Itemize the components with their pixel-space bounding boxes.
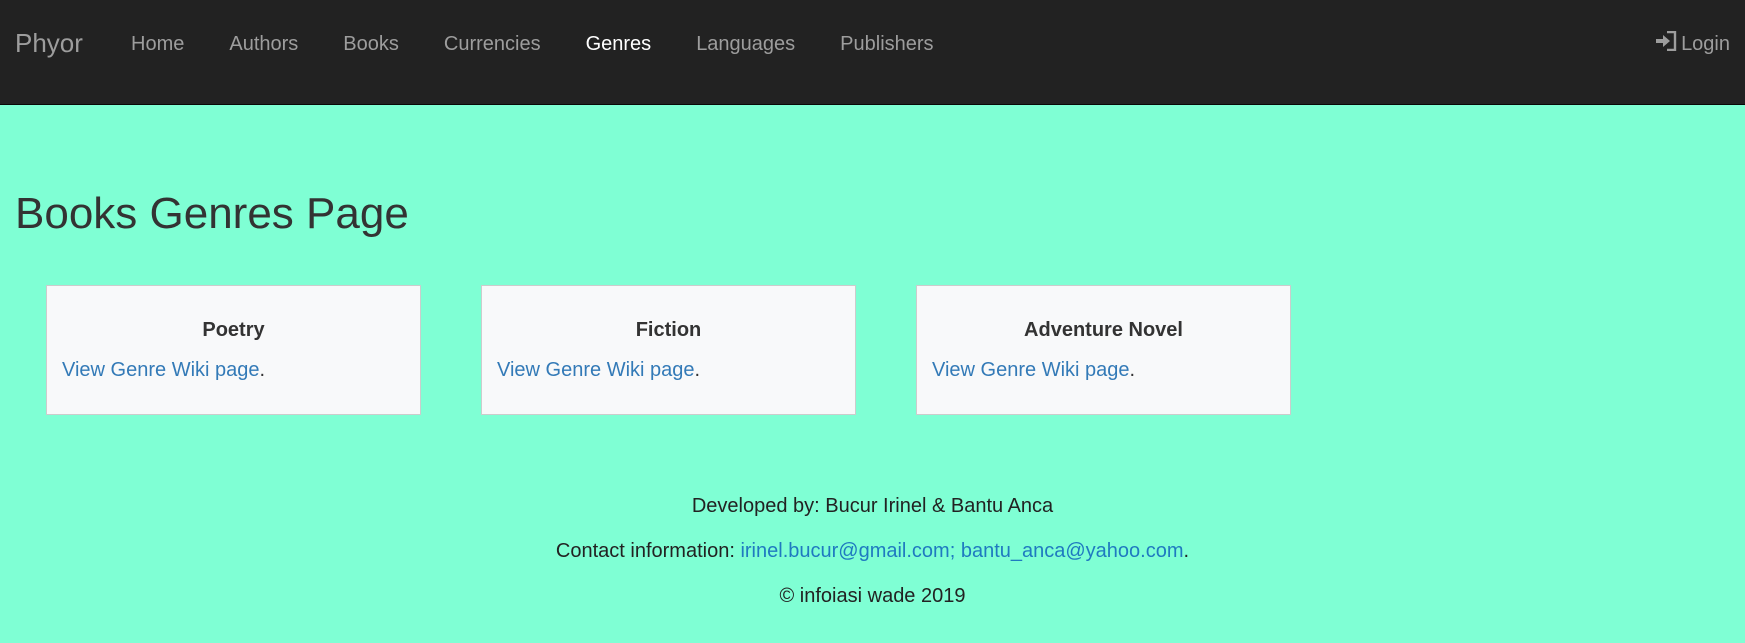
contact-information: Contact information: irinel.bucur@gmail.… (0, 539, 1745, 584)
nav-item-books[interactable]: Books (343, 33, 399, 56)
genre-wiki-link[interactable]: View Genre Wiki page (497, 359, 695, 381)
nav-item-languages[interactable]: Languages (696, 33, 795, 56)
contact-label: Contact information: (555, 540, 741, 562)
genre-card-poetry: Poetry View Genre Wiki page. (46, 285, 421, 415)
genre-description: View Genre Wiki page. (497, 358, 840, 382)
nav-menu: Home Authors Books Currencies Genres Lan… (131, 0, 979, 88)
genre-card-adventure-novel: Adventure Novel View Genre Wiki page. (916, 285, 1291, 415)
page-title: Books Genres Page (15, 189, 409, 238)
genre-name: Poetry (202, 319, 265, 341)
genre-card-fiction: Fiction View Genre Wiki page. (481, 285, 856, 415)
genre-description: View Genre Wiki page. (932, 358, 1275, 382)
link-suffix: . (694, 359, 701, 381)
contact-email-link[interactable]: irinel.bucur@gmail.com; bantu_anca@yahoo… (740, 540, 1183, 562)
genre-wiki-link[interactable]: View Genre Wiki page (62, 359, 260, 381)
link-suffix: . (1129, 359, 1136, 381)
genre-wiki-link[interactable]: View Genre Wiki page (932, 359, 1130, 381)
genre-cards: Poetry View Genre Wiki page. Fiction Vie… (46, 285, 1351, 415)
nav-item-publishers[interactable]: Publishers (840, 33, 933, 56)
page-footer: Developed by: Bucur Irinel & Bantu Anca … (0, 494, 1745, 629)
contact-suffix: . (1183, 540, 1190, 562)
developed-by-text: Developed by: Bucur Irinel & Bantu Anca (691, 495, 1054, 517)
genre-description: View Genre Wiki page. (62, 358, 405, 382)
log-in-icon (1655, 30, 1681, 57)
login-link[interactable]: Login (1655, 0, 1730, 88)
nav-item-genres[interactable]: Genres (586, 33, 652, 56)
link-suffix: . (259, 359, 266, 381)
nav-item-authors[interactable]: Authors (229, 33, 298, 56)
genre-name: Adventure Novel (1024, 319, 1183, 341)
top-navbar: Phyor Home Authors Books Currencies Genr… (0, 0, 1745, 105)
login-label: Login (1681, 32, 1730, 55)
copyright-text: © infoiasi wade 2019 (779, 585, 966, 607)
nav-item-home[interactable]: Home (131, 33, 184, 56)
nav-item-currencies[interactable]: Currencies (444, 33, 541, 56)
genre-name: Fiction (635, 319, 702, 341)
brand-link[interactable]: Phyor (15, 26, 83, 60)
